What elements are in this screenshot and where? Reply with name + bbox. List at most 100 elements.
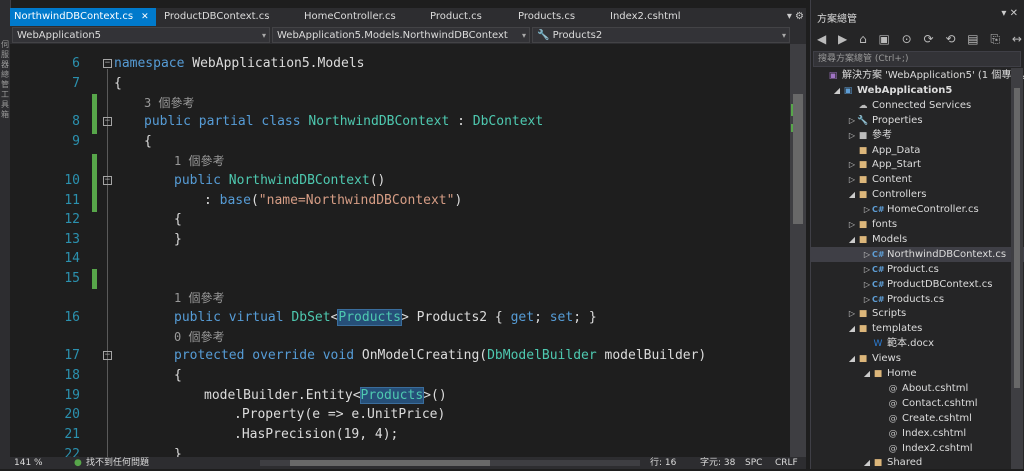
collapsed-arrow-icon[interactable]: ▷ [847, 217, 857, 232]
collapsed-arrow-icon[interactable]: ▷ [847, 128, 857, 143]
editor-vertical-scrollbar[interactable] [790, 44, 806, 457]
panel-options-icon[interactable]: ▾ ✕ [1001, 8, 1018, 19]
tree-item[interactable]: ☁ Connected Services [811, 98, 1024, 113]
tab-products[interactable]: Products.cs [514, 8, 598, 26]
tree-item-label: Controllers [872, 189, 927, 201]
tree-item[interactable]: ▷ ■ Content [811, 172, 1024, 187]
tree-item[interactable]: @ Contact.cshtml [811, 396, 1024, 411]
code-line-11: : base("name=NorthwindDBContext") [204, 191, 462, 211]
collapse-namespace-icon[interactable]: − [103, 59, 112, 68]
tree-item[interactable]: ◢ ▣ WebApplication5 [811, 83, 1024, 98]
code-line-20: .Property(e => e.UnitPrice) [234, 405, 445, 425]
tree-item[interactable]: ▷ ■ fonts [811, 217, 1024, 232]
editor-horizontal-scrollbar[interactable] [260, 460, 640, 466]
tree-item-label: Contact.cshtml [902, 397, 978, 409]
solution-explorer-toolbar[interactable]: ◀ ▶ ⌂ ▣ ⊙ ⟳ ⟲ ▤ ⎘ ↔ ✎ ⚙ [811, 28, 1024, 50]
close-icon[interactable]: ✕ [141, 12, 149, 22]
tree-item[interactable]: ▷ C# Products.cs [811, 292, 1024, 307]
namespace-name: WebApplication5.Models [184, 56, 365, 71]
tree-item[interactable]: @ Index2.cshtml [811, 441, 1024, 456]
scrollbar-thumb[interactable] [793, 94, 803, 224]
tree-item-label: WebApplication5 [857, 84, 953, 96]
tree-item-label: Home [887, 368, 917, 379]
tree-item[interactable]: ▷ C# HomeController.cs [811, 202, 1024, 217]
code-line-6: namespace WebApplication5.Models [114, 54, 364, 74]
codelens-references[interactable]: 3 個參考 [144, 94, 194, 112]
solution-search-input[interactable]: 搜尋方案總管 (Ctrl+;) [813, 51, 1021, 67]
tree-item[interactable]: @ About.cshtml [811, 381, 1024, 396]
tree-item[interactable]: ▷ C# ProductDBContext.cs [811, 277, 1024, 292]
angle-bracket: < [352, 388, 361, 403]
tree-item[interactable]: ◢ ■ Shared [811, 455, 1024, 470]
tab-overflow-icon[interactable]: ▾ ⚙ [787, 8, 804, 26]
codelens-references[interactable]: 1 個參考 [174, 152, 224, 170]
tab-productdbcontext[interactable]: ProductDBContext.cs [160, 8, 294, 26]
tab-homecontroller[interactable]: HomeController.cs [300, 8, 424, 26]
tree-item[interactable]: ▷ C# NorthwindDBContext.cs [811, 246, 1024, 262]
class-dropdown[interactable]: WebApplication5.Models.NorthwindDBContex… [272, 27, 530, 43]
tree-item[interactable]: ◢ ■ Home [811, 366, 1024, 381]
chevron-down-icon: ▾ [521, 31, 526, 40]
collapsed-arrow-icon[interactable]: ▷ [847, 113, 857, 128]
member-dropdown[interactable]: 🔧 Products2 ▾ [532, 27, 790, 43]
project-dropdown[interactable]: WebApplication5 ▾ [12, 27, 270, 43]
scrollbar-thumb[interactable] [290, 460, 490, 466]
solution-explorer: 方案總管 ▾ ✕ ◀ ▶ ⌂ ▣ ⊙ ⟳ ⟲ ▤ ⎘ ↔ ✎ ⚙ 搜尋方案總管 … [810, 0, 1024, 469]
collapsed-arrow-icon[interactable]: ▷ [862, 277, 872, 292]
line-indicator: 行: 16 [650, 458, 677, 468]
code-editor[interactable]: 6 7 8 9 10 11 12 13 14 15 16 17 18 19 20… [10, 44, 790, 457]
expanded-arrow-icon[interactable]: ◢ [847, 232, 857, 247]
whitespace-indicator[interactable]: SPC [745, 457, 762, 469]
tree-item-label: Views [872, 353, 901, 365]
tree-item-label: 參考 [872, 129, 892, 141]
tab-product[interactable]: Product.cs [426, 8, 510, 26]
collapse-constructor-icon[interactable]: − [103, 176, 112, 185]
expanded-arrow-icon[interactable]: ◢ [832, 83, 842, 98]
solution-explorer-scrollbar[interactable] [1011, 68, 1023, 469]
zoom-level[interactable]: 141 % [14, 457, 43, 469]
tree-item[interactable]: ◢ ■ Models [811, 232, 1024, 247]
tree-item[interactable]: @ Index.cshtml [811, 426, 1024, 441]
change-marker [92, 269, 97, 289]
collapsed-arrow-icon[interactable]: ▷ [862, 202, 872, 217]
expanded-arrow-icon[interactable]: ◢ [847, 351, 857, 366]
tab-index2[interactable]: Index2.cshtml [606, 8, 700, 26]
collapsed-arrow-icon[interactable]: ▷ [862, 247, 872, 262]
collapse-class-icon[interactable]: − [103, 117, 112, 126]
tree-item[interactable]: W 範本.docx [811, 336, 1024, 351]
collapsed-arrow-icon[interactable]: ▷ [862, 262, 872, 277]
tree-item[interactable]: ▷ C# Product.cs [811, 262, 1024, 277]
scrollbar-thumb[interactable] [1014, 88, 1020, 388]
expanded-arrow-icon[interactable]: ◢ [847, 187, 857, 202]
codelens-references[interactable]: 1 個參考 [174, 289, 224, 307]
folder-icon: ■ [858, 145, 868, 156]
tab-northwinddbcontext[interactable]: NorthwindDBContext.cs ✕ [10, 8, 156, 26]
expanded-arrow-icon[interactable]: ◢ [862, 366, 872, 381]
collapsed-arrow-icon[interactable]: ▷ [847, 306, 857, 321]
tree-item[interactable]: ◢ ■ Views [811, 351, 1024, 366]
issues-status[interactable]: 找不到任何問題 [86, 457, 149, 469]
codelens-references[interactable]: 0 個參考 [174, 328, 224, 346]
tree-item[interactable]: ▷ ■ Scripts [811, 306, 1024, 321]
collapsed-arrow-icon[interactable]: ▷ [847, 172, 857, 187]
change-marker [92, 154, 97, 212]
tree-item[interactable]: ▷ 🔧 Properties [811, 113, 1024, 128]
collapsed-arrow-icon[interactable]: ▷ [847, 157, 857, 172]
tree-item[interactable]: ▷ ■ 參考 [811, 128, 1024, 143]
keyword-partial: partial [198, 114, 254, 129]
property-call: .Property(e => e.UnitPrice) [234, 407, 446, 422]
tree-item[interactable]: ▷ ■ App_Start [811, 157, 1024, 172]
tree-item[interactable]: ■ App_Data [811, 143, 1024, 158]
tree-item[interactable]: ▣ 解決方案 'WebApplication5' (1 個專案，共 [811, 68, 1024, 83]
line-ending-indicator[interactable]: CRLF [775, 457, 798, 469]
paren: ( [250, 193, 259, 208]
collapse-method-icon[interactable]: − [103, 351, 112, 360]
folder-icon: ■ [858, 175, 868, 186]
collapsed-arrow-icon[interactable]: ▷ [862, 292, 872, 307]
expanded-arrow-icon[interactable]: ◢ [862, 455, 872, 470]
tree-item[interactable]: @ Create.cshtml [811, 411, 1024, 426]
type-products-highlight: Products [359, 387, 425, 404]
tree-item[interactable]: ◢ ■ templates [811, 321, 1024, 336]
tree-item[interactable]: ◢ ■ Controllers [811, 187, 1024, 202]
expanded-arrow-icon[interactable]: ◢ [847, 321, 857, 336]
